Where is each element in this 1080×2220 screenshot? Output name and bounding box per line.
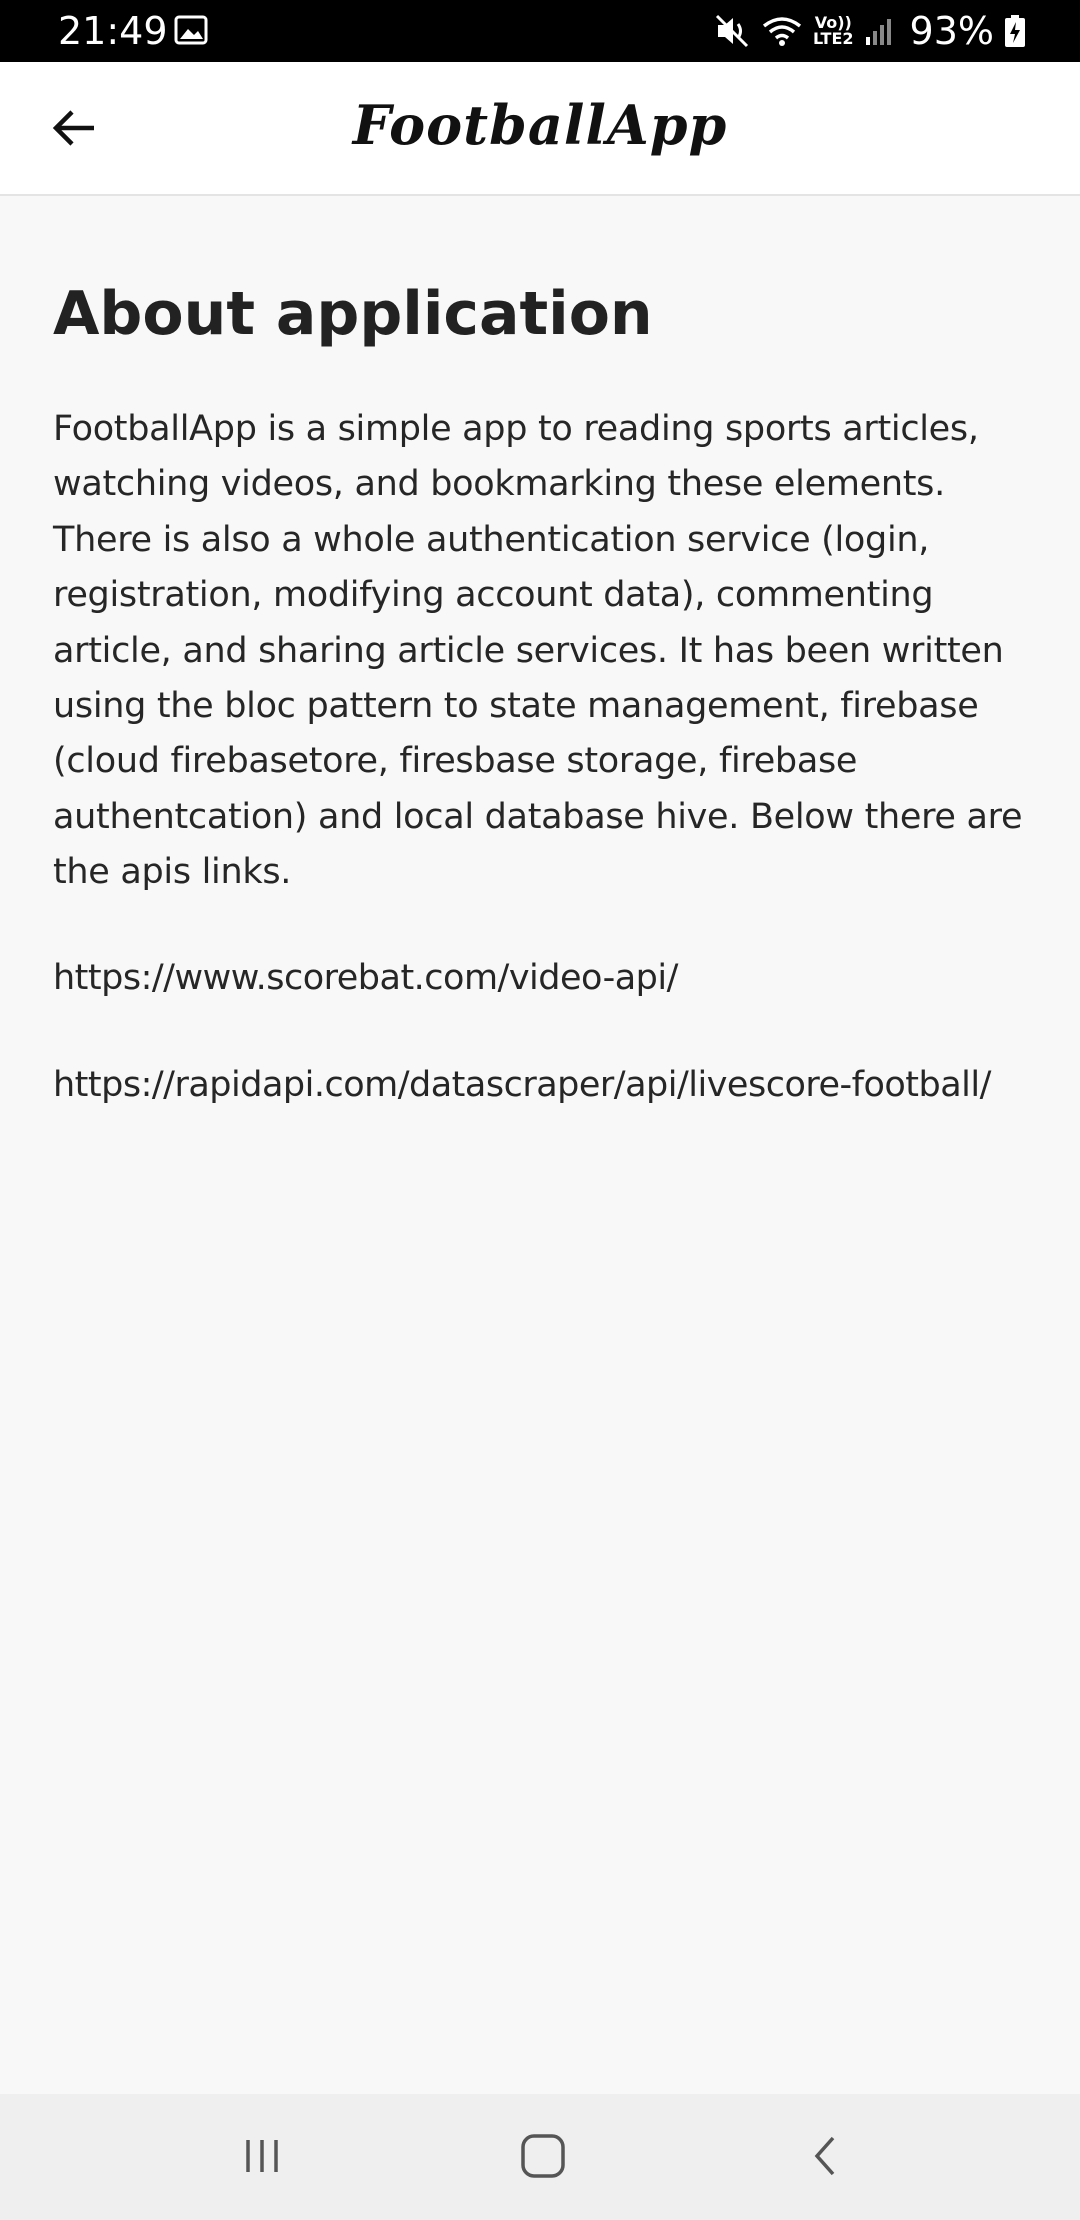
volte-label-bottom: LTE2	[813, 29, 854, 48]
about-description: FootballApp is a simple app to reading s…	[53, 409, 1023, 893]
status-icons: Vo)) LTE2 93%	[715, 8, 1026, 54]
status-bar: 21:49 Vo)) LTE2 93%	[0, 0, 1080, 62]
app-title: FootballApp	[352, 93, 728, 157]
recent-apps-button[interactable]	[217, 2118, 307, 2194]
wifi-icon	[762, 17, 802, 46]
home-icon	[521, 2134, 565, 2178]
screen: 21:49 Vo)) LTE2 93% FootballApp About ap…	[0, 0, 1080, 2220]
api-link-scorebat[interactable]: https://www.scorebat.com/video-api/	[53, 951, 1038, 1006]
recent-apps-icon	[246, 2140, 278, 2172]
battery-icon	[1005, 15, 1025, 47]
app-bar: FootballApp	[0, 62, 1080, 196]
nav-back-button[interactable]	[780, 2118, 870, 2194]
signal-icon	[865, 19, 891, 45]
volte-icon: Vo)) LTE2	[813, 15, 854, 47]
page-title: About application	[53, 279, 653, 349]
about-content: About application FootballApp is a simpl…	[53, 194, 1038, 1113]
mute-icon	[715, 14, 749, 48]
home-button[interactable]	[498, 2118, 588, 2194]
back-icon	[814, 2136, 835, 2176]
status-time: 21:49	[58, 9, 168, 53]
image-icon	[174, 15, 208, 45]
battery-percent: 93%	[909, 9, 994, 53]
system-nav-bar	[0, 2094, 1080, 2220]
api-link-rapidapi[interactable]: https://rapidapi.com/datascraper/api/liv…	[53, 1058, 1038, 1113]
